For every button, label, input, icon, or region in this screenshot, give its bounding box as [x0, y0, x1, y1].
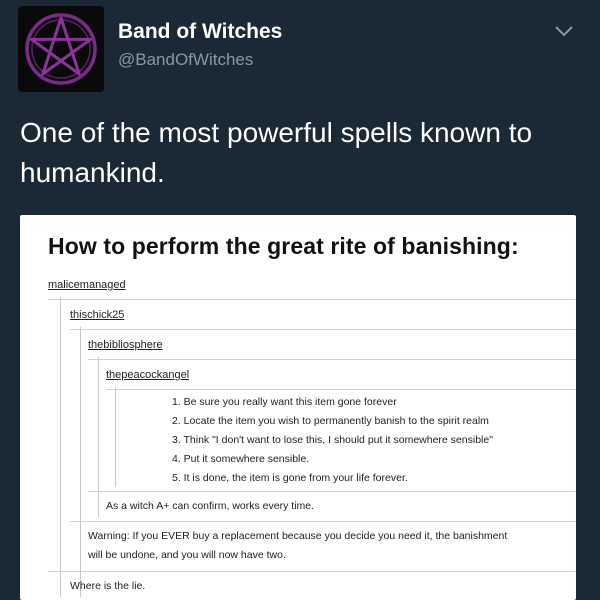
divider [48, 571, 576, 572]
reblog-chain-line [115, 387, 116, 487]
divider [106, 389, 576, 390]
divider [70, 329, 576, 330]
reply-text: Warning: If you EVER buy a replacement b… [88, 530, 508, 542]
display-name[interactable]: Band of Witches [118, 20, 282, 44]
divider [88, 359, 576, 360]
reblog-chain-line [80, 327, 81, 597]
tweet-text: One of the most powerful spells known to… [20, 117, 533, 188]
list-item: 2. Locate the item you wish to permanent… [172, 415, 489, 427]
account-handle[interactable]: @BandOfWitches [118, 50, 253, 70]
avatar[interactable] [18, 6, 104, 92]
banishing-steps-list: 1. Be sure you really want this item gon… [172, 393, 493, 488]
divider [48, 299, 576, 300]
reply-text: will be undone, and you will now have tw… [88, 549, 286, 561]
reblog-chain-line [60, 297, 61, 597]
reply-text: Where is the lie. [70, 580, 146, 592]
reblog-chain-line [98, 357, 99, 517]
list-item: 4. Put it somewhere sensible. [172, 453, 310, 465]
post-title: How to perform the great rite of banishi… [48, 233, 519, 259]
tumblr-post-image[interactable]: How to perform the great rite of banishi… [20, 215, 576, 600]
pentagram-icon [25, 13, 97, 85]
divider [70, 521, 576, 522]
list-item: 3. Think "I don't want to lose this, I s… [172, 434, 493, 446]
list-item: 1. Be sure you really want this item gon… [172, 396, 397, 408]
username-thepeacockangel: thepeacockangel [106, 369, 190, 381]
reply-text: As a witch A+ can confirm, works every t… [106, 500, 315, 512]
divider [88, 491, 576, 492]
username-malicemanaged: malicemanaged [48, 279, 126, 291]
chevron-down-icon[interactable] [553, 24, 575, 38]
username-thischick25: thischick25 [70, 309, 125, 321]
tweet: Band of Witches @BandOfWitches One of th… [0, 0, 600, 600]
username-thebibliosphere: thebibliosphere [88, 339, 163, 351]
list-item: 5. It is done, the item is gone from you… [172, 472, 408, 484]
